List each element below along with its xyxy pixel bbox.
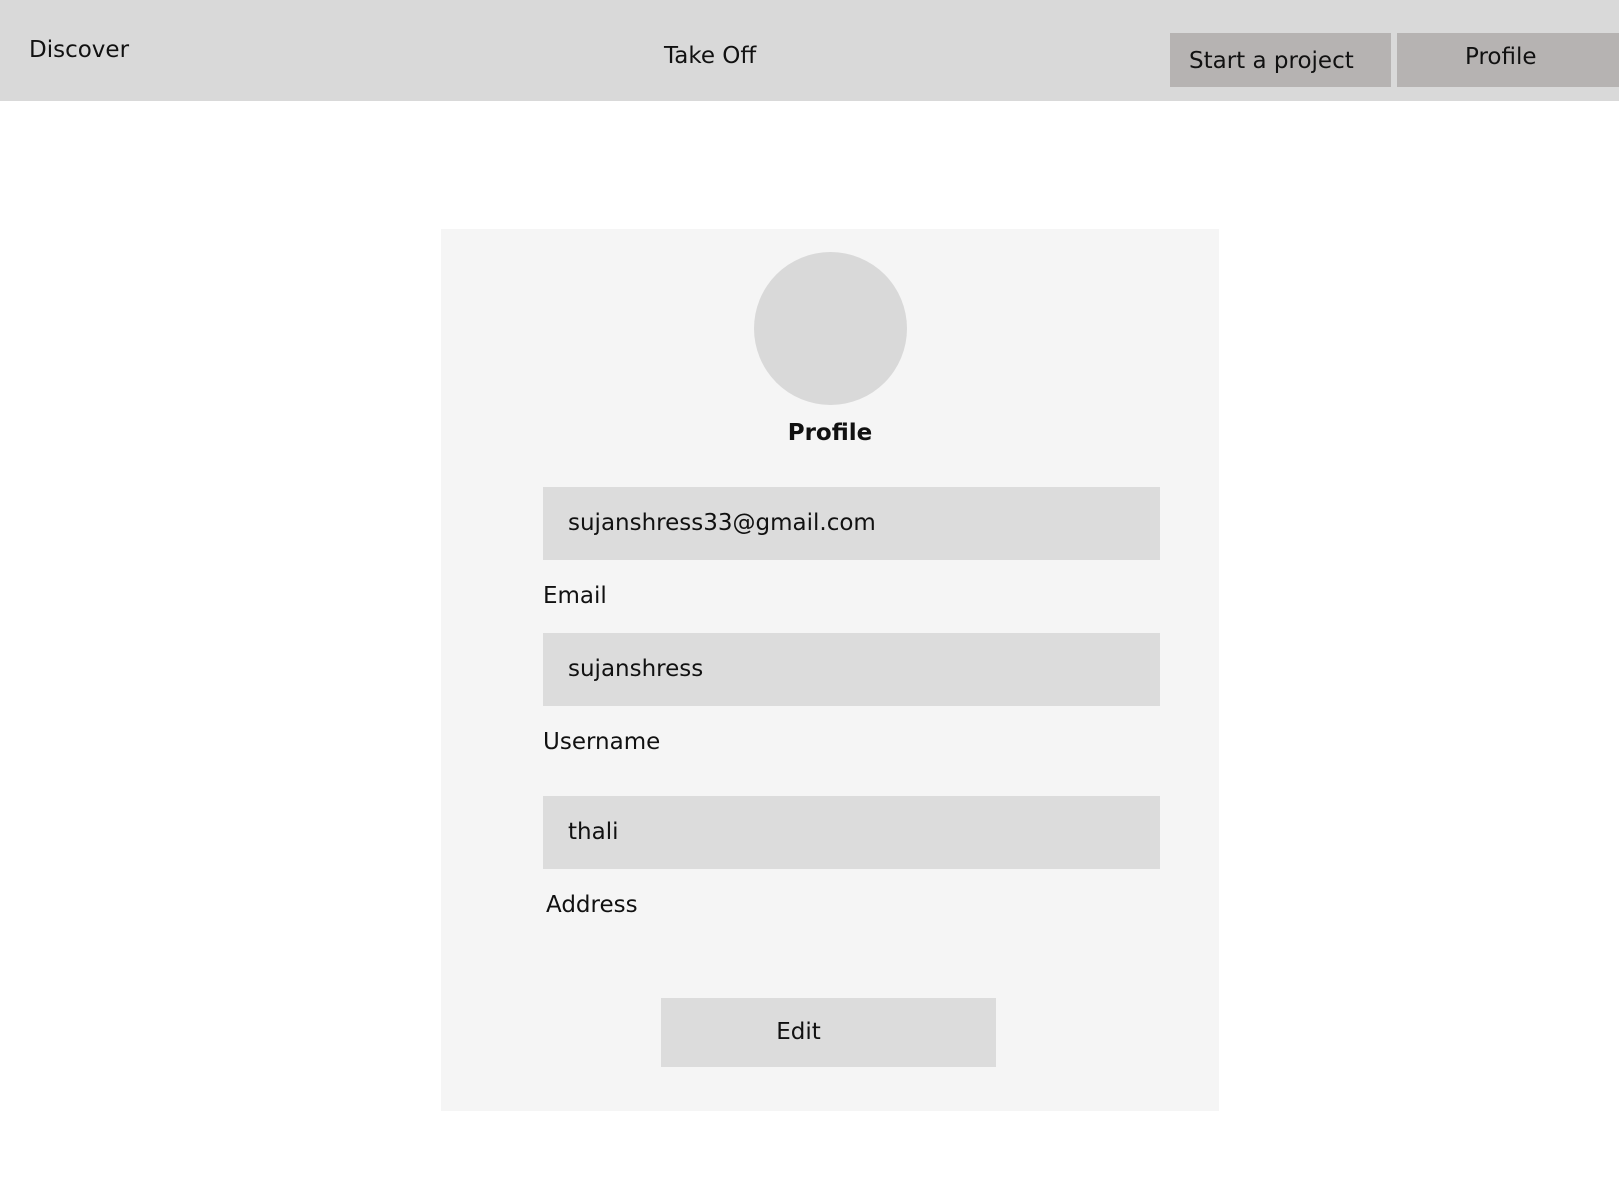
address-field[interactable]: thali (543, 796, 1160, 869)
top-nav-bar: Discover Take Off Start a project Profil… (0, 0, 1619, 101)
username-field[interactable]: sujanshress (543, 633, 1160, 706)
edit-button[interactable]: Edit (661, 998, 996, 1067)
edit-button-label: Edit (776, 1019, 821, 1045)
username-label: Username (543, 729, 661, 755)
profile-nav-button[interactable]: Profile (1397, 33, 1619, 87)
email-label: Email (543, 583, 607, 609)
profile-heading: Profile (787, 420, 873, 446)
avatar (754, 252, 907, 405)
address-label: Address (546, 892, 638, 918)
nav-discover-link[interactable]: Discover (29, 34, 129, 66)
email-field[interactable]: sujanshress33@gmail.com (543, 487, 1160, 560)
site-title[interactable]: Take Off (664, 40, 756, 72)
start-project-button[interactable]: Start a project (1170, 33, 1391, 87)
